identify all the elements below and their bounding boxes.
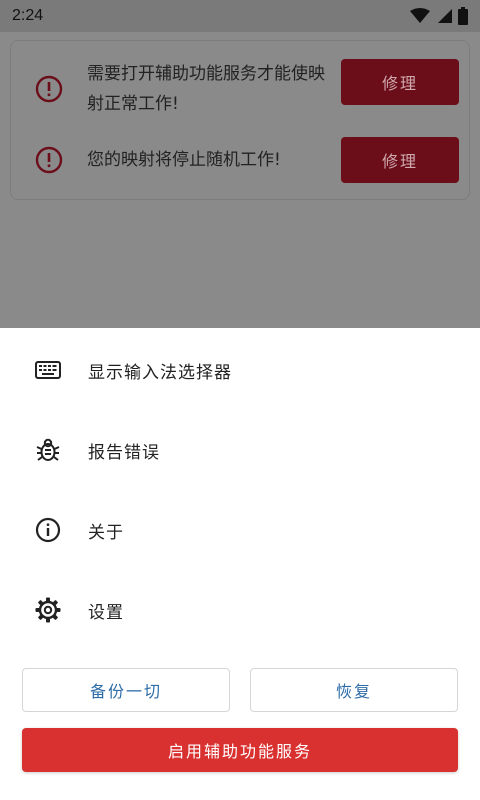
warning-text: 您的映射将停止随机工作! xyxy=(87,150,281,170)
warning-text: 需要打开辅助功能服务才能使映射正常工作! xyxy=(87,64,325,114)
warning-row-random: 您的映射将停止随机工作! 修理 xyxy=(11,137,469,183)
enable-accessibility-service-button[interactable]: 启用辅助功能服务 xyxy=(22,728,458,772)
alert-circle-icon xyxy=(35,146,63,174)
alert-circle-icon xyxy=(35,75,63,103)
menu-item-label: 显示输入法选择器 xyxy=(88,362,232,383)
menu-item-about[interactable]: 关于 xyxy=(0,500,480,560)
backup-all-button[interactable]: 备份一切 xyxy=(22,668,230,712)
wifi-icon xyxy=(410,8,430,23)
status-bar: 2:24 xyxy=(0,0,480,32)
menu-item-show-ime-picker[interactable]: 显示输入法选择器 xyxy=(0,340,480,400)
battery-icon xyxy=(458,7,468,25)
status-time: 2:24 xyxy=(12,7,44,24)
info-icon xyxy=(35,517,61,543)
signal-icon xyxy=(438,9,452,23)
bug-icon xyxy=(36,438,60,461)
menu-item-label: 设置 xyxy=(88,602,124,623)
menu-item-settings[interactable]: 设置 xyxy=(0,580,480,640)
restore-button[interactable]: 恢复 xyxy=(250,668,458,712)
warning-row-accessibility: 需要打开辅助功能服务才能使映射正常工作! 修理 xyxy=(11,59,469,119)
status-icons xyxy=(410,7,468,25)
menu-item-report-bug[interactable]: 报告错误 xyxy=(0,420,480,480)
bottom-sheet: 显示输入法选择器 报告错误 关于 设置 备份一切 恢复 启用辅助功能服务 xyxy=(0,328,480,800)
gear-icon xyxy=(35,597,61,623)
warning-card: 需要打开辅助功能服务才能使映射正常工作! 修理 您的映射将停止随机工作! 修理 xyxy=(10,40,470,200)
keyboard-icon xyxy=(35,361,61,379)
fix-button[interactable]: 修理 xyxy=(341,59,459,105)
menu-item-label: 关于 xyxy=(88,522,124,543)
fix-button[interactable]: 修理 xyxy=(341,137,459,183)
menu-item-label: 报告错误 xyxy=(88,442,160,463)
